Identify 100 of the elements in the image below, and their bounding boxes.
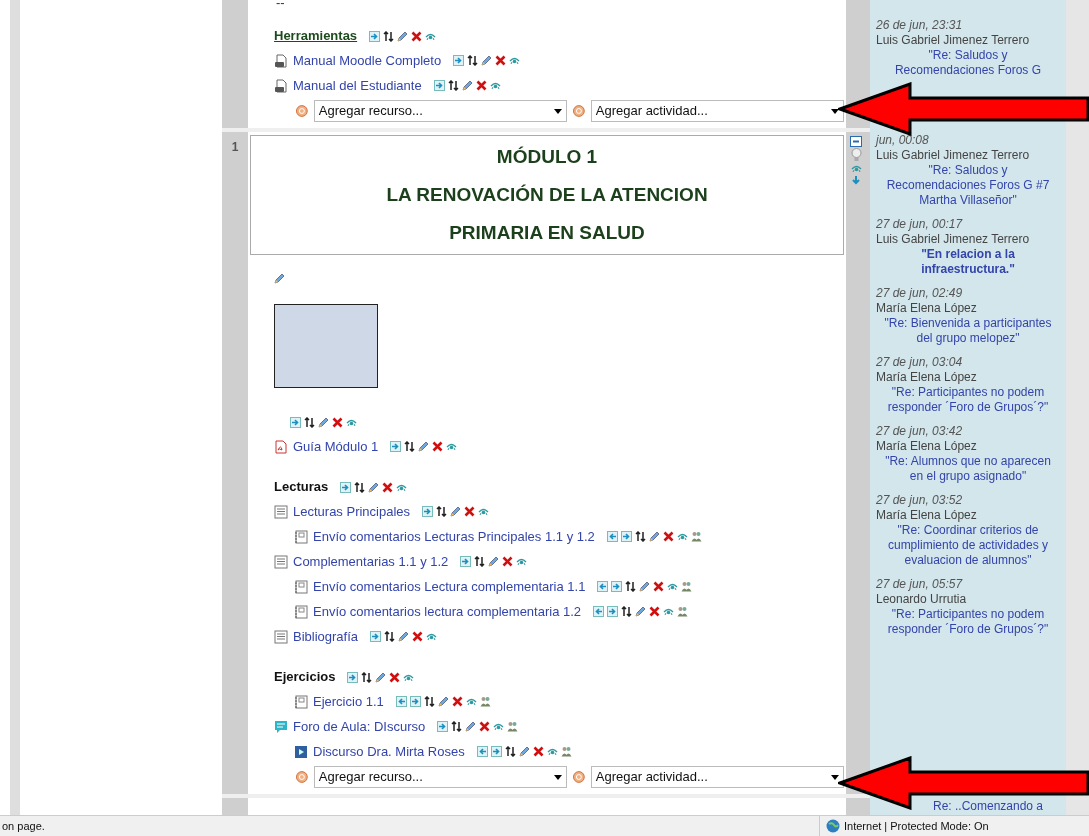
delete-x-icon[interactable] [332, 416, 343, 428]
resource-link[interactable]: Envío comentarios Lectura complementaria 1.1 [313, 576, 586, 597]
indent-left-icon[interactable] [395, 696, 407, 707]
indent-left-icon[interactable] [597, 581, 609, 592]
dropdown-select[interactable]: Agregar actividad... [590, 100, 844, 122]
pencil-icon[interactable] [375, 671, 387, 683]
eye-icon[interactable] [676, 531, 688, 542]
eye-icon[interactable] [509, 55, 521, 66]
eye-icon[interactable] [465, 696, 477, 707]
pencil-icon[interactable] [437, 696, 449, 707]
resource-link[interactable]: Manual Moodle Completo [293, 50, 442, 71]
pencil-icon[interactable] [318, 416, 329, 428]
move-arrows-icon[interactable] [436, 506, 448, 517]
dropdown-select[interactable]: Agregar actividad... [590, 766, 844, 788]
delete-x-icon[interactable] [532, 746, 544, 757]
pencil-icon[interactable] [635, 606, 647, 617]
pencil-icon[interactable] [450, 506, 462, 517]
eye-icon[interactable] [667, 581, 679, 592]
indent-right-icon[interactable] [433, 80, 445, 91]
delete-x-icon[interactable] [495, 55, 507, 66]
move-arrows-icon[interactable] [384, 631, 396, 642]
eye-icon[interactable] [546, 746, 558, 757]
eye-icon[interactable] [478, 506, 490, 517]
delete-x-icon[interactable] [475, 80, 487, 91]
move-arrows-icon[interactable] [354, 481, 366, 493]
indent-right-icon[interactable] [290, 416, 301, 428]
indent-right-icon[interactable] [347, 671, 359, 683]
pencil-icon[interactable] [648, 531, 660, 542]
indent-right-icon[interactable] [437, 721, 449, 732]
indent-right-icon[interactable] [422, 506, 434, 517]
pencil-icon[interactable] [368, 481, 380, 493]
people-icon[interactable] [507, 721, 519, 732]
pencil-icon[interactable] [481, 55, 493, 66]
eye-icon[interactable] [446, 441, 458, 452]
indent-left-icon[interactable] [593, 606, 605, 617]
down-arrow-icon[interactable] [851, 175, 861, 185]
pencil-icon[interactable] [398, 631, 410, 642]
post-link[interactable]: "Re: Participantes no podem responder ´Foro de Grupos´?" [876, 607, 1060, 637]
eye-icon[interactable] [663, 606, 675, 617]
eye-icon[interactable] [493, 721, 505, 732]
move-arrows-icon[interactable] [625, 581, 637, 592]
move-arrows-icon[interactable] [451, 721, 463, 732]
move-arrows-icon[interactable] [404, 441, 416, 452]
delete-x-icon[interactable] [649, 606, 661, 617]
post-link[interactable]: "Re: Participantes no podem responder ´Foro de Grupos´?" [876, 385, 1060, 415]
indent-right-icon[interactable] [460, 556, 472, 567]
delete-x-icon[interactable] [451, 696, 463, 707]
delete-x-icon[interactable] [464, 506, 476, 517]
move-arrows-icon[interactable] [304, 416, 315, 428]
resource-link[interactable]: Envío comentarios lectura complementaria 1.2 [313, 601, 582, 622]
people-icon[interactable] [681, 581, 693, 592]
indent-right-icon[interactable] [620, 531, 632, 542]
pencil-icon[interactable] [518, 746, 530, 757]
indent-right-icon[interactable] [490, 746, 502, 757]
resource-link[interactable]: Ejercicio 1.1 [313, 691, 384, 712]
indent-right-icon[interactable] [611, 581, 623, 592]
resource-link[interactable]: Lecturas Principales [293, 501, 411, 522]
move-arrows-icon[interactable] [621, 606, 633, 617]
post-link[interactable]: "Re: Saludos y Recomendaciones Foros G [876, 48, 1060, 78]
move-arrows-icon[interactable] [467, 55, 479, 66]
people-icon[interactable] [690, 531, 702, 542]
move-arrows-icon[interactable] [447, 80, 459, 91]
delete-x-icon[interactable] [382, 481, 394, 493]
post-link[interactable]: "Re: Bienvenida a participantes del grupo melopez" [876, 316, 1060, 346]
delete-x-icon[interactable] [412, 631, 424, 642]
post-link[interactable]: "Re: Coordinar criterios de cumplimiento de actividades y evaluacion de alumnos" [876, 523, 1060, 568]
resource-link[interactable]: Foro de Aula: DIscurso [293, 716, 426, 737]
indent-right-icon[interactable] [453, 55, 465, 66]
delete-x-icon[interactable] [389, 671, 401, 683]
pencil-icon[interactable] [461, 80, 473, 91]
delete-x-icon[interactable] [662, 531, 674, 542]
pencil-icon[interactable] [465, 721, 477, 732]
indent-right-icon[interactable] [409, 696, 421, 707]
resource-link[interactable]: Discurso Dra. Mirta Roses [313, 741, 465, 762]
eye-icon[interactable] [426, 631, 438, 642]
pencil-icon[interactable] [397, 30, 409, 42]
pencil-icon[interactable] [418, 441, 430, 452]
resource-link[interactable]: Bibliografía [293, 626, 359, 647]
eye-icon[interactable] [489, 80, 501, 91]
indent-right-icon[interactable] [370, 631, 382, 642]
post-link[interactable]: Re: ..Comenzando a [916, 799, 1060, 814]
indent-right-icon[interactable] [340, 481, 352, 493]
indent-left-icon[interactable] [476, 746, 488, 757]
pencil-icon[interactable] [639, 581, 651, 592]
resource-link[interactable]: Guía Módulo 1 [293, 436, 379, 457]
pencil-icon[interactable] [274, 273, 285, 284]
resource-link[interactable]: Complementarias 1.1 y 1.2 [293, 551, 449, 572]
indent-right-icon[interactable] [607, 606, 619, 617]
delete-x-icon[interactable] [432, 441, 444, 452]
delete-x-icon[interactable] [653, 581, 665, 592]
resource-link[interactable]: Manual del Estudiante [293, 75, 422, 96]
move-arrows-icon[interactable] [361, 671, 373, 683]
resource-link[interactable]: Envío comentarios Lecturas Principales 1.1 y 1.2 [313, 526, 595, 547]
move-arrows-icon[interactable] [383, 30, 395, 42]
pencil-icon[interactable] [488, 556, 500, 567]
collapse-icon[interactable] [850, 136, 862, 147]
post-link[interactable]: "Re: Alumnos que no aparecen en el grupo asignado" [876, 454, 1060, 484]
dropdown-select[interactable]: Agregar recurso... [313, 100, 567, 122]
post-link[interactable]: "Re: Saludos y Recomendaciones Foros G #7 Martha Villaseñor" [876, 163, 1060, 208]
help-icon[interactable] [573, 105, 585, 117]
